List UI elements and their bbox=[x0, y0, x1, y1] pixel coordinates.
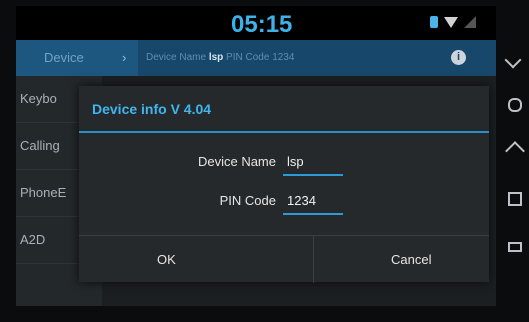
microphone-icon[interactable] bbox=[508, 98, 522, 112]
apps-grid-icon[interactable] bbox=[508, 192, 522, 206]
settings-header: Device › Device Name lsp PIN Code 1234 i bbox=[16, 40, 496, 76]
signal-icon bbox=[464, 16, 476, 28]
device-name-label: Device Name bbox=[197, 154, 276, 169]
ok-button[interactable]: OK bbox=[79, 236, 313, 283]
header-pin-value: 1234 bbox=[272, 52, 295, 63]
head-unit-screen: 05:15 Device › Device Name lsp PIN Code … bbox=[16, 6, 496, 306]
dialog-title: Device info V 4.04 bbox=[79, 86, 489, 133]
bluetooth-icon bbox=[430, 16, 438, 28]
cancel-button[interactable]: Cancel bbox=[312, 236, 490, 283]
status-bar: 05:15 bbox=[16, 6, 496, 40]
pin-code-row: PIN Code 1234 bbox=[79, 191, 489, 215]
header-pin-label: PIN Code bbox=[226, 52, 270, 63]
recent-apps-icon[interactable] bbox=[508, 242, 522, 252]
device-name-field[interactable]: lsp bbox=[283, 152, 343, 176]
pin-code-label: PIN Code bbox=[219, 193, 276, 208]
device-name-value: lsp bbox=[287, 154, 304, 169]
wifi-icon bbox=[444, 16, 458, 28]
header-device-summary: Device Name lsp PIN Code 1234 bbox=[146, 40, 294, 76]
pin-code-value: 1234 bbox=[287, 193, 316, 208]
pin-code-field[interactable]: 1234 bbox=[283, 191, 343, 215]
chevron-down-icon[interactable] bbox=[504, 51, 522, 69]
info-icon[interactable]: i bbox=[451, 50, 466, 65]
header-device-name-label: Device Name bbox=[146, 52, 207, 63]
header-device-name-value: lsp bbox=[208, 52, 224, 63]
tab-device[interactable]: Device bbox=[16, 40, 138, 76]
clock: 05:15 bbox=[231, 11, 293, 38]
chevron-right-icon: › bbox=[122, 50, 127, 65]
home-icon[interactable] bbox=[505, 141, 525, 161]
side-nav-bar bbox=[500, 6, 529, 306]
status-icons bbox=[430, 16, 476, 28]
dialog-button-bar: OK Cancel bbox=[79, 235, 489, 283]
device-name-row: Device Name lsp bbox=[79, 152, 489, 176]
device-info-dialog: Device info V 4.04 Device Name lsp PIN C… bbox=[79, 86, 489, 283]
